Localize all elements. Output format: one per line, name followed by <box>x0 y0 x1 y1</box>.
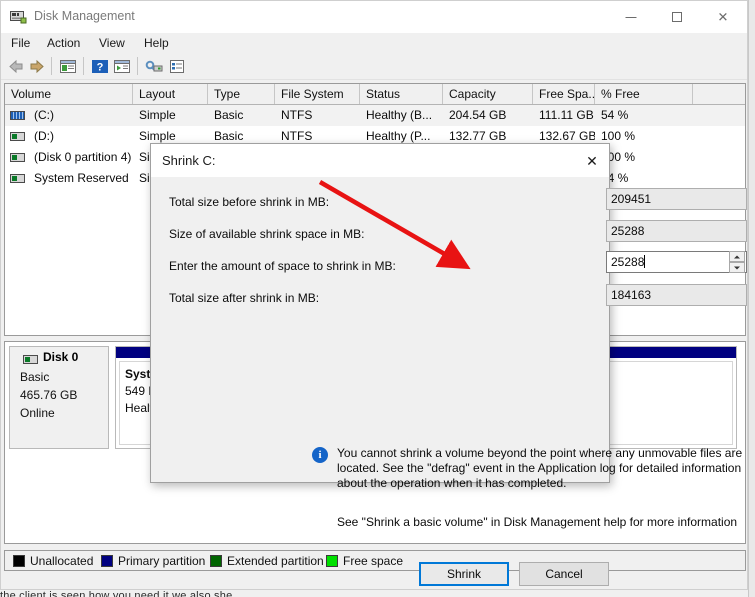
legend-swatch-unallocated <box>13 555 25 567</box>
column-header-type[interactable]: Type <box>208 84 275 104</box>
legend-label-unallocated: Unallocated <box>30 554 94 568</box>
toolbar-separator <box>51 57 52 75</box>
minimize-button[interactable] <box>608 1 654 33</box>
cell-freespace: 111.11 GB <box>539 108 594 122</box>
info-icon <box>312 447 328 463</box>
cell-type: Basic <box>214 108 244 122</box>
volume-icon <box>10 153 25 162</box>
field-total-size-after-shrink: 184163 <box>606 284 747 306</box>
field-available-shrink-space: 25288 <box>606 220 747 242</box>
striped-volume-icon <box>10 111 25 120</box>
column-header-filler <box>693 84 745 104</box>
dialog-close-button[interactable]: ✕ <box>577 146 607 175</box>
background-window-edge <box>748 0 755 597</box>
field-total-size-before-shrink: 209451 <box>606 188 747 210</box>
disk-size: 465.76 GB <box>20 388 78 402</box>
cell-percentfree: 54 % <box>601 108 629 122</box>
shrink-dialog: Shrink C: ✕ Total size before shrink in … <box>150 143 747 586</box>
menu-file[interactable]: File <box>9 36 32 51</box>
legend-swatch-extended-partition <box>210 555 222 567</box>
cell-volume: (D:) <box>34 129 54 143</box>
dialog-title-bar: Shrink C: ✕ <box>151 144 609 177</box>
column-header-volume[interactable]: Volume <box>5 84 133 104</box>
column-header-capacity[interactable]: Capacity <box>443 84 533 104</box>
rescan-disks-icon[interactable] <box>145 58 163 75</box>
label-available-shrink-space: Size of available shrink space in MB: <box>169 227 365 241</box>
volume-icon <box>10 174 25 183</box>
background-window-border <box>748 0 749 597</box>
show-hide-console-tree-icon[interactable] <box>59 58 77 75</box>
dialog-title: Shrink C: <box>162 153 216 168</box>
legend: Unallocated Primary partition Extended p… <box>4 550 746 571</box>
window-title: Disk Management <box>34 9 135 23</box>
cell-volume: System Reserved <box>34 171 129 185</box>
maximize-icon <box>672 12 682 22</box>
toolbar: ? <box>1 54 747 80</box>
help-icon[interactable]: ? <box>91 58 109 75</box>
background-text-strip: the client is seen how you need it we al… <box>0 590 233 597</box>
maximize-button[interactable] <box>654 1 700 33</box>
disk-state: Online <box>20 406 55 420</box>
show-hide-action-pane-icon[interactable] <box>113 58 131 75</box>
cell-volume: (C:) <box>34 108 54 122</box>
cancel-button[interactable]: Cancel <box>519 562 609 586</box>
disk-management-icon <box>10 11 27 24</box>
cell-filesystem: NTFS <box>281 108 313 122</box>
shrink-button[interactable]: Shrink <box>419 562 509 586</box>
text-caret <box>644 255 646 268</box>
column-header-percentfree[interactable]: % Free <box>595 84 693 104</box>
menu-view[interactable]: View <box>97 36 127 51</box>
label-total-size-after-shrink: Total size after shrink in MB: <box>169 291 320 305</box>
volume-icon <box>10 132 25 141</box>
legend-label-extended-partition: Extended partition <box>227 554 324 568</box>
table-row[interactable]: (C:) Simple Basic NTFS Healthy (B... 204… <box>5 105 745 126</box>
screen: the client is seen how you need it we al… <box>0 0 755 597</box>
title-bar: Disk Management ✕ <box>1 1 747 33</box>
disk-header-disk0[interactable]: Disk 0 Basic 465.76 GB Online <box>9 346 109 449</box>
menu-help[interactable]: Help <box>142 36 171 51</box>
column-header-layout[interactable]: Layout <box>133 84 208 104</box>
svg-text:?: ? <box>97 62 104 74</box>
menu-action[interactable]: Action <box>45 36 82 51</box>
close-icon: ✕ <box>586 152 598 169</box>
disk-icon <box>23 355 38 364</box>
properties-icon[interactable] <box>168 58 186 75</box>
legend-swatch-primary-partition <box>101 555 113 567</box>
label-total-size-before-shrink: Total size before shrink in MB: <box>169 195 330 209</box>
cell-status: Healthy (B... <box>366 108 433 122</box>
amount-to-shrink-stepper[interactable] <box>729 251 745 273</box>
input-amount-to-shrink[interactable]: 25288 <box>606 251 747 273</box>
column-header-freespace[interactable]: Free Spa... <box>533 84 595 104</box>
menu-bar: File Action View Help <box>1 33 747 54</box>
minimize-icon <box>625 17 637 18</box>
legend-label-primary-partition: Primary partition <box>118 554 206 568</box>
back-icon[interactable] <box>7 58 25 75</box>
forward-icon[interactable] <box>28 58 46 75</box>
cell-volume: (Disk 0 partition 4) <box>34 150 132 164</box>
stepper-up-icon[interactable] <box>729 251 745 262</box>
cell-layout: Simple <box>139 108 176 122</box>
close-button[interactable]: ✕ <box>700 1 746 33</box>
close-icon: ✕ <box>717 9 729 25</box>
stepper-down-icon[interactable] <box>729 262 745 273</box>
legend-label-free-space: Free space <box>343 554 404 568</box>
label-amount-to-shrink: Enter the amount of space to shrink in M… <box>169 259 396 273</box>
dialog-help-text: See "Shrink a basic volume" in Disk Mana… <box>337 515 738 529</box>
disk-type: Basic <box>20 370 50 384</box>
disk-name: Disk 0 <box>43 350 79 364</box>
column-header-status[interactable]: Status <box>360 84 443 104</box>
dialog-info-text: You cannot shrink a volume beyond the po… <box>337 446 743 490</box>
cell-capacity: 204.54 GB <box>449 108 507 122</box>
toolbar-separator-2 <box>83 57 84 75</box>
column-header-filesystem[interactable]: File System <box>275 84 360 104</box>
legend-swatch-free-space <box>326 555 338 567</box>
input-amount-value: 25288 <box>611 255 645 269</box>
volume-list-header: Volume Layout Type File System Status Ca… <box>5 84 745 105</box>
toolbar-separator-3 <box>137 57 138 75</box>
